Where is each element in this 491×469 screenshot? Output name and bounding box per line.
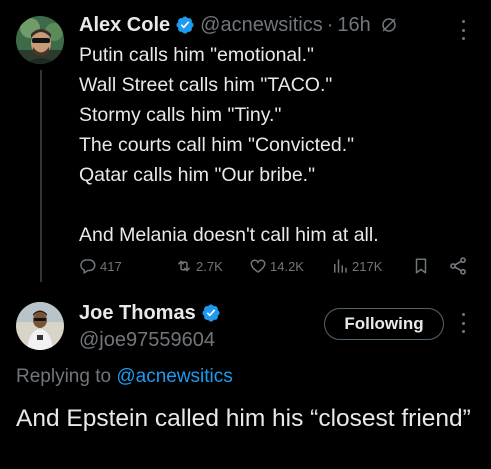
repost-icon [175, 257, 193, 275]
author-handle[interactable]: @acnewsitics [200, 14, 323, 37]
thread-line [40, 70, 42, 282]
author-name[interactable]: Joe Thomas [79, 302, 196, 325]
replying-prefix: Replying to [16, 366, 112, 387]
avatar[interactable] [16, 302, 64, 350]
replying-handle-link[interactable]: @acnewsitics [116, 366, 232, 387]
bookmark-icon [412, 257, 430, 275]
verified-badge-icon [201, 303, 221, 323]
separator-dot: · [326, 13, 334, 36]
views-count: 217K [352, 258, 383, 274]
author-name[interactable]: Alex Cole [79, 14, 170, 37]
like-button[interactable]: 14.2K [249, 254, 304, 278]
replying-to: Replying to @acnewsitics [16, 366, 233, 388]
more-icon[interactable] [457, 313, 469, 333]
tweet-text: Putin calls him "emotional." Wall Street… [79, 40, 479, 250]
avatar[interactable] [16, 16, 64, 64]
tweet-line: Stormy calls him "Tiny." [79, 104, 282, 126]
views-icon [331, 257, 349, 275]
timestamp[interactable]: 16h [337, 14, 370, 37]
tweet-line: The courts call him "Convicted." [79, 134, 355, 156]
reply-button[interactable]: 417 [79, 254, 122, 278]
repost-count: 2.7K [196, 258, 223, 274]
grok-icon[interactable] [380, 16, 398, 34]
tweet-line: Qatar calls him "Our bribe." [79, 164, 315, 186]
verified-badge-icon [175, 15, 195, 35]
following-button[interactable]: Following [324, 308, 444, 340]
reply-count: 417 [100, 258, 122, 274]
author-handle[interactable]: @joe97559604 [79, 328, 221, 352]
views-button[interactable]: 217K [331, 254, 382, 278]
reply-text: And Epstein called him his “closest frie… [16, 405, 471, 432]
repost-button[interactable]: 2.7K [175, 254, 223, 278]
action-bar: 417 2.7K 14.2K 217K [79, 254, 474, 278]
like-count: 14.2K [270, 258, 304, 274]
share-button[interactable] [448, 254, 468, 278]
reply-icon [79, 257, 97, 275]
bookmark-button[interactable] [412, 254, 430, 278]
reply-header: Joe Thomas @joe97559604 [79, 300, 221, 352]
tweet-line: And Melania doesn't call him at all. [79, 224, 379, 246]
more-icon[interactable] [457, 20, 469, 40]
tweet-line: Putin calls him "emotional." [79, 44, 314, 66]
tweet-header: Alex Cole @acnewsitics · 16h [79, 10, 398, 40]
share-icon [448, 256, 468, 276]
tweet-line: Wall Street calls him "TACO." [79, 74, 333, 96]
like-icon [249, 257, 267, 275]
